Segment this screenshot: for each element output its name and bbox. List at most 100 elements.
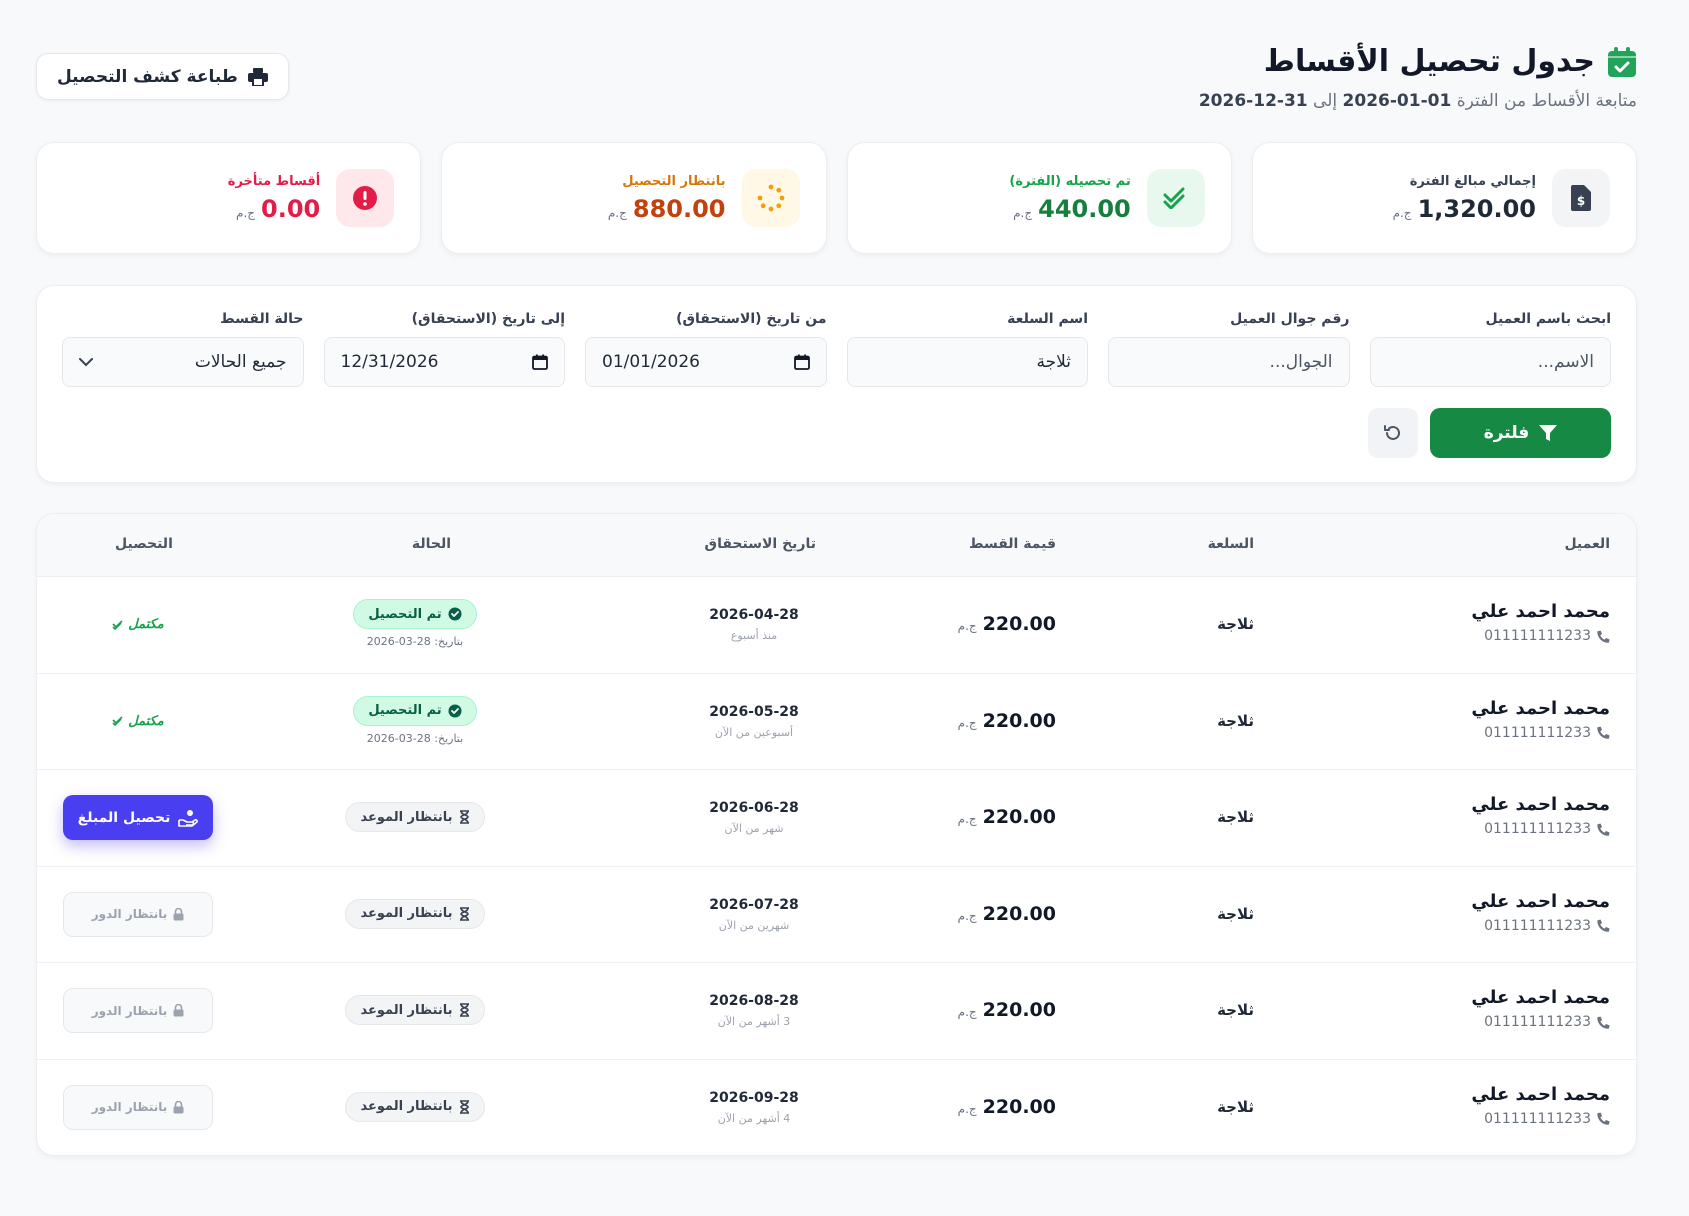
amount-cell: 220.00 ج.م (958, 903, 1056, 925)
from-date-input[interactable]: 01/01/2026 (585, 337, 827, 387)
svg-text:$: $ (1577, 194, 1585, 208)
column-client: العميل (1564, 536, 1610, 552)
client-name: محمد احمد علي (1471, 987, 1610, 1009)
from-date-filter: من تاريخ (الاستحقاق) 01/01/2026 (585, 311, 827, 387)
collection-cell: مكتمل (63, 613, 213, 632)
invoice-dollar-icon: $ (1552, 169, 1610, 227)
client-phone: 011111111233 (1471, 918, 1610, 934)
double-check-icon (112, 716, 123, 727)
stat-amount-collected: 440.00 (1038, 194, 1131, 223)
stat-value-pending: 880.00 ج.م (608, 195, 726, 223)
status-text: تم التحصيل (368, 703, 442, 719)
collection-cell: مكتمل (63, 710, 213, 729)
client-cell: محمد احمد علي 011111111233 (1471, 794, 1610, 837)
to-date-filter: إلى تاريخ (الاستحقاق) 12/31/2026 (323, 311, 565, 387)
stat-amount-pending: 880.00 (632, 194, 726, 223)
phone-icon (1597, 630, 1610, 643)
relative-time: أسبوعين من الآن (714, 725, 794, 739)
due-date-cell: 2026-07-28 شهرين من الآن (699, 897, 809, 932)
awaiting-turn-button[interactable]: بانتظار الدور (63, 1084, 213, 1130)
completed-label: مكتمل (112, 713, 164, 729)
from-date-value: 01/01/2026 (602, 352, 700, 372)
calendar-icon[interactable] (532, 354, 548, 370)
column-status: الحالة (411, 536, 451, 552)
phone-number: 011111111233 (1484, 1110, 1591, 1127)
collection-cell: بانتظار الدور (63, 988, 213, 1034)
collection-cell: بانتظار الدور (63, 1084, 213, 1130)
double-check-icon (1146, 169, 1205, 227)
to-date-value: 12/31/2026 (340, 352, 439, 372)
hourglass-icon (459, 810, 469, 824)
currency: ج.م (957, 715, 977, 730)
currency: ج.م (957, 1005, 977, 1020)
status-badge-waiting: بانتظار الموعد (345, 802, 485, 833)
stat-amount-overdue: 0.00 (261, 194, 321, 223)
table-header: العميل السلعة قيمة القسط تاريخ الاستحقاق… (37, 514, 1636, 577)
completed-text: مكتمل (128, 713, 164, 729)
hourglass-icon (459, 906, 469, 921)
filter-button-label: فلترة (1483, 423, 1530, 443)
collect-amount-button[interactable]: تحصيل المبلغ (63, 795, 213, 841)
client-phone: 011111111233 (1471, 1111, 1610, 1127)
relative-time: شهرين من الآن (718, 918, 790, 932)
client-phone-filter: رقم جوال العميل الجوال... (1108, 311, 1350, 387)
item-name: ثلاجة (1217, 1097, 1254, 1116)
status-cell: بانتظار الموعد (333, 802, 497, 833)
client-phone: 011111111233 (1471, 1014, 1610, 1030)
stat-amount-total: 1,320.00 (1417, 194, 1536, 223)
stat-currency: ج.م (1013, 205, 1033, 220)
phone-icon (1597, 1113, 1610, 1126)
installment-amount: 220.00 (982, 709, 1056, 732)
date-from: 01-01-2026 (1342, 91, 1452, 111)
due-date-cell: 2026-05-28 أسبوعين من الآن (699, 704, 809, 739)
status-badge-waiting: بانتظار الموعد (345, 995, 485, 1026)
installment-amount: 220.00 (982, 613, 1056, 635)
client-name: محمد احمد علي (1471, 697, 1610, 719)
status-text: بانتظار الموعد (360, 1002, 453, 1018)
phone-icon (1597, 823, 1610, 836)
item-name: ثلاجة (1217, 711, 1254, 730)
print-button-label: طباعة كشف التحصيل (57, 66, 238, 87)
table-row: محمد احمد علي 011111111233 ثلاجة 220.00 … (37, 770, 1636, 867)
status-badge-paid: تم التحصيل (353, 695, 477, 726)
subtitle-prefix: متابعة الأقساط من الفترة (1456, 91, 1637, 111)
client-name-input[interactable]: الاسم... (1369, 337, 1611, 387)
check-circle-icon (448, 607, 462, 621)
filter-button[interactable]: فلترة (1430, 408, 1611, 458)
client-name-label: ابحث باسم العميل (1485, 311, 1611, 327)
amount-cell: 220.00 ج.م (958, 1096, 1056, 1118)
calendar-icon[interactable] (793, 354, 810, 370)
awaiting-turn-button[interactable]: بانتظار الدور (63, 988, 213, 1034)
phone-number: 011111111233 (1484, 1014, 1591, 1031)
hourglass-icon (459, 1100, 469, 1114)
print-statement-button[interactable]: طباعة كشف التحصيل (36, 53, 289, 100)
client-name-placeholder: الاسم... (1537, 352, 1594, 372)
client-phone-input[interactable]: الجوال... (1108, 337, 1350, 387)
stat-label-total: إجمالي مبالغ الفترة (1409, 173, 1536, 189)
due-date-cell: 2026-09-28 4 أشهر من الآن (699, 1090, 809, 1125)
to-date-label: إلى تاريخ (الاستحقاق) (411, 311, 565, 327)
status-select[interactable]: جميع الحالات (62, 337, 304, 387)
page-title: جدول تحصيل الأقساط (1199, 44, 1637, 79)
date-to: 31-12-2026 (1198, 91, 1308, 111)
stat-card-overdue: أقساط متأخرة 0.00 ج.م (36, 142, 422, 254)
status-badge-paid: تم التحصيل (353, 599, 477, 629)
reset-filters-button[interactable] (1368, 408, 1418, 458)
item-name-input[interactable]: ثلاجة (846, 337, 1088, 387)
awaiting-turn-button[interactable]: بانتظار الدور (63, 891, 213, 937)
to-date-input[interactable]: 12/31/2026 (323, 337, 565, 387)
reset-icon (1384, 425, 1400, 440)
client-cell: محمد احمد علي 011111111233 (1471, 987, 1610, 1030)
status-cell: تم التحصيل بتاريخ: 28-03-2026 (333, 695, 497, 745)
table-row: محمد احمد علي 011111111233 ثلاجة 220.00 … (37, 674, 1636, 771)
status-text: بانتظار الموعد (360, 809, 453, 825)
column-due-date: تاريخ الاستحقاق (704, 536, 816, 552)
funnel-icon (1539, 425, 1558, 441)
status-text: بانتظار الموعد (360, 906, 453, 922)
amount-cell: 220.00 ج.م (958, 999, 1056, 1021)
phone-icon (1597, 726, 1610, 739)
paid-on-date: بتاريخ: 28-03-2026 (366, 731, 464, 745)
phone-number: 011111111233 (1484, 821, 1591, 838)
table-row: محمد احمد علي 011111111233 ثلاجة 220.00 … (37, 867, 1636, 964)
client-cell: محمد احمد علي 011111111233 (1471, 601, 1610, 644)
